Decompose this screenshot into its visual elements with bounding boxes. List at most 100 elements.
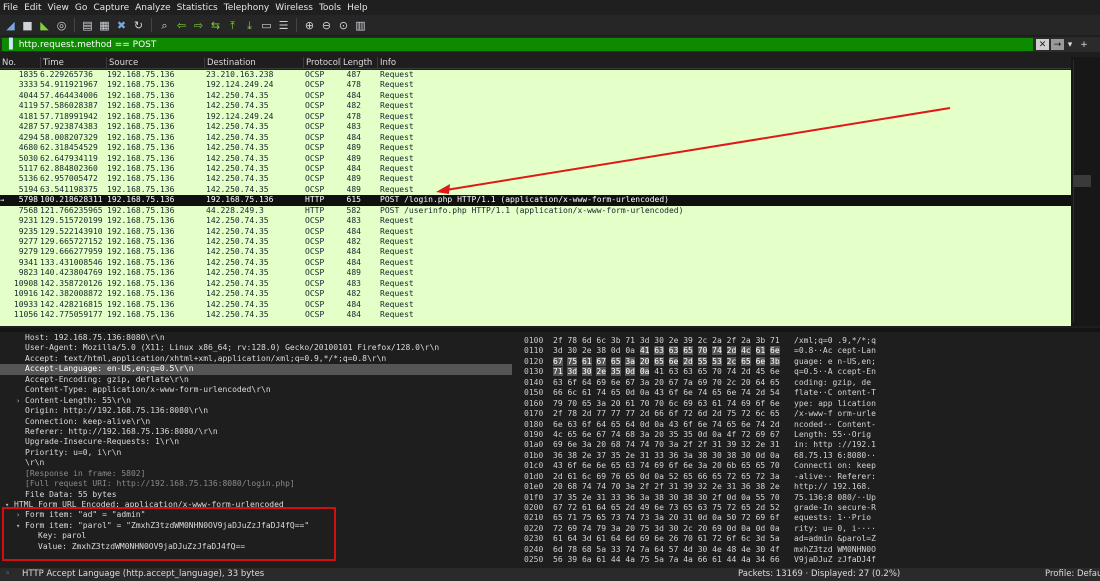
- hex-byte[interactable]: 6e: [582, 430, 592, 439]
- hex-byte[interactable]: 30: [669, 493, 679, 502]
- hex-byte[interactable]: 44: [727, 555, 737, 564]
- hex-byte[interactable]: 78: [567, 336, 577, 345]
- hex-byte[interactable]: 6e: [654, 503, 664, 512]
- hex-byte[interactable]: 4f: [727, 430, 737, 439]
- hex-byte[interactable]: 64: [582, 378, 592, 387]
- hex-byte[interactable]: 2d: [741, 367, 751, 376]
- hex-byte[interactable]: 65: [596, 513, 606, 522]
- hex-byte[interactable]: 38: [596, 346, 606, 355]
- close-file-icon[interactable]: ✖: [114, 18, 129, 33]
- hex-byte[interactable]: 6a: [582, 555, 592, 564]
- hex-byte[interactable]: 0a: [654, 472, 664, 481]
- hex-byte[interactable]: 66: [553, 388, 563, 397]
- hex-byte[interactable]: 20: [596, 440, 606, 449]
- hex-byte[interactable]: 6e: [755, 356, 766, 366]
- detail-line[interactable]: Accept: text/html,application/xhtml+xml,…: [0, 354, 512, 364]
- hex-byte[interactable]: 75: [712, 503, 722, 512]
- hex-byte[interactable]: 4c: [741, 346, 751, 356]
- hex-byte[interactable]: 65: [683, 346, 693, 356]
- hex-byte[interactable]: 6f: [582, 420, 592, 429]
- hex-byte[interactable]: 6f: [669, 461, 679, 470]
- hex-byte[interactable]: 61: [582, 503, 592, 512]
- hex-byte[interactable]: 2d: [582, 409, 592, 418]
- hex-byte[interactable]: 43: [553, 461, 563, 470]
- hex-byte[interactable]: 20: [611, 399, 621, 408]
- hex-byte[interactable]: 74: [625, 440, 635, 449]
- hex-byte[interactable]: 45: [756, 367, 766, 376]
- hex-byte[interactable]: 70: [567, 399, 577, 408]
- capture-options-icon[interactable]: ◎: [54, 18, 69, 33]
- hex-byte[interactable]: 0d: [727, 524, 737, 533]
- hex-byte[interactable]: 72: [553, 524, 563, 533]
- packet-row[interactable]: 5030 62.647934119 192.168.75.136 142.250.74…: [0, 154, 1071, 164]
- hex-byte[interactable]: 72: [741, 430, 751, 439]
- hex-row[interactable]: 0200 67 72 61 64 65 2d 49 6e 73 65 63 75 …: [518, 503, 1100, 513]
- hex-byte[interactable]: 70: [712, 367, 722, 376]
- menu-edit[interactable]: Edit: [23, 3, 46, 13]
- hex-byte[interactable]: 2f: [727, 336, 737, 345]
- hex-byte[interactable]: 70: [697, 346, 708, 356]
- hex-byte[interactable]: 0d: [625, 367, 635, 377]
- hex-byte[interactable]: 7a: [669, 555, 679, 564]
- hex-byte[interactable]: 50: [727, 513, 737, 522]
- hex-byte[interactable]: 6c: [596, 336, 606, 345]
- hex-byte[interactable]: 69: [712, 524, 722, 533]
- hex-byte[interactable]: 2d: [640, 409, 650, 418]
- hex-byte[interactable]: 4f: [770, 545, 780, 554]
- hex-byte[interactable]: 74: [582, 524, 592, 533]
- hex-byte[interactable]: 67: [669, 378, 679, 387]
- hex-byte[interactable]: 4a: [625, 555, 635, 564]
- menu-analyze[interactable]: Analyze: [134, 3, 175, 13]
- hex-byte[interactable]: 3d: [553, 346, 563, 355]
- packet-row[interactable]: 9277 129.665727152 192.168.75.136 142.250.7…: [0, 237, 1071, 247]
- detail-line[interactable]: Content-Type: application/x-www-form-url…: [0, 385, 512, 395]
- menu-wireless[interactable]: Wireless: [274, 3, 318, 13]
- display-filter-input[interactable]: [18, 39, 919, 50]
- hex-byte[interactable]: 20: [698, 524, 708, 533]
- hex-byte[interactable]: 61: [581, 356, 592, 366]
- hex-byte[interactable]: 6d: [582, 336, 592, 345]
- hex-byte[interactable]: 6e: [770, 399, 780, 408]
- hex-byte[interactable]: 6e: [553, 420, 563, 429]
- zoom-out-icon[interactable]: ⊖: [319, 18, 334, 33]
- packet-row[interactable]: 10908 142.358720126 192.168.75.136 142.250.…: [0, 279, 1071, 289]
- hex-byte[interactable]: 44: [611, 555, 621, 564]
- hex-byte[interactable]: 55: [697, 356, 708, 366]
- hex-byte[interactable]: 0a: [712, 513, 722, 522]
- hex-byte[interactable]: 70: [770, 493, 780, 502]
- hex-byte[interactable]: 74: [712, 346, 722, 356]
- hex-byte[interactable]: 6c: [756, 409, 766, 418]
- hex-byte[interactable]: 39: [683, 482, 693, 491]
- hex-byte[interactable]: 65: [553, 513, 563, 522]
- hex-byte[interactable]: 69: [640, 534, 650, 543]
- hex-byte[interactable]: 65: [727, 420, 737, 429]
- hex-byte[interactable]: 0d: [727, 493, 737, 502]
- hex-byte[interactable]: 31: [712, 440, 722, 449]
- detail-line[interactable]: Host: 192.168.75.136:8080\r\n: [0, 333, 512, 343]
- hex-byte[interactable]: 0a: [639, 367, 650, 377]
- hex-byte[interactable]: 30: [741, 451, 751, 460]
- hex-byte[interactable]: 6b: [727, 461, 737, 470]
- hex-byte[interactable]: 65: [683, 503, 693, 512]
- hex-row[interactable]: 01e0 20 68 74 74 70 3a 2f 2f 31 39 32 2e …: [518, 482, 1100, 492]
- packet-row[interactable]: 5117 62.884802360 192.168.75.136 142.250.74…: [0, 164, 1071, 174]
- hex-row[interactable]: 0190 4c 65 6e 67 74 68 3a 20 35 35 0d 0a …: [518, 430, 1100, 440]
- hex-byte[interactable]: 64: [567, 534, 577, 543]
- detail-line[interactable]: File Data: 55 bytes: [0, 490, 512, 500]
- hex-byte[interactable]: 0d: [640, 420, 650, 429]
- hex-byte[interactable]: 2d: [770, 420, 780, 429]
- hex-byte[interactable]: 5a: [654, 555, 664, 564]
- hex-byte[interactable]: 74: [625, 545, 635, 554]
- detail-line[interactable]: Connection: keep-alive\r\n: [0, 417, 512, 427]
- hex-byte[interactable]: 70: [611, 482, 621, 491]
- hex-byte[interactable]: 70: [683, 534, 693, 543]
- hex-byte[interactable]: 74: [741, 388, 751, 397]
- hex-byte[interactable]: 61: [582, 388, 592, 397]
- hex-byte[interactable]: 64: [625, 420, 635, 429]
- hex-byte[interactable]: 30: [698, 493, 708, 502]
- hex-byte[interactable]: 6c: [567, 388, 577, 397]
- hex-byte[interactable]: 63: [698, 503, 708, 512]
- packet-row[interactable]: 9279 129.666277959 192.168.75.136 142.250.7…: [0, 247, 1071, 257]
- save-file-icon[interactable]: ▦: [97, 18, 112, 33]
- hex-byte[interactable]: 65: [611, 420, 621, 429]
